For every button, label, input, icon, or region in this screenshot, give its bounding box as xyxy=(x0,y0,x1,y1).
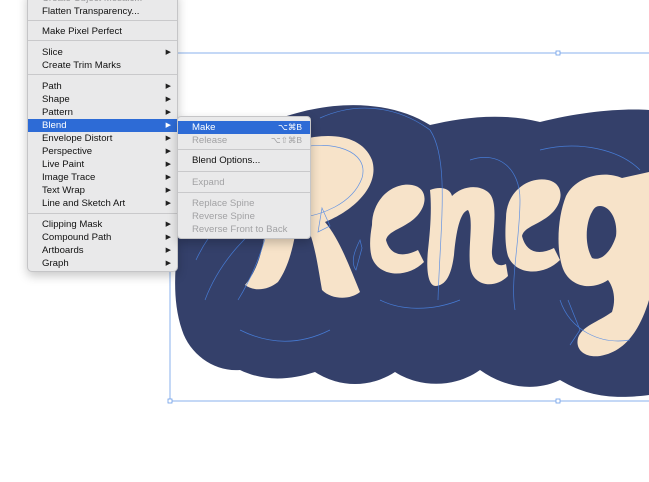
menu-separator xyxy=(28,20,177,21)
menu-item-label: Blend Options... xyxy=(192,155,261,166)
submenu-arrow-icon: ▶ xyxy=(165,260,171,267)
menu-separator xyxy=(178,171,310,172)
object-menu-item-create-trim-marks[interactable]: Create Trim Marks xyxy=(28,59,177,72)
menu-item-label: Image Trace xyxy=(42,172,96,183)
menu-item-shortcut: ⌥⇧⌘B xyxy=(270,135,302,145)
submenu-arrow-icon: ▶ xyxy=(165,234,171,241)
blend-menu-item-make[interactable]: Make ⌥⌘B xyxy=(178,121,310,134)
blend-menu-item-release[interactable]: Release ⌥⇧⌘B xyxy=(178,134,310,147)
menu-separator xyxy=(28,40,177,41)
blend-menu-item-blend-options[interactable]: Blend Options... xyxy=(178,154,310,167)
object-menu-item-perspective[interactable]: Perspective ▶ xyxy=(28,145,177,158)
menu-item-label: Release xyxy=(192,135,228,146)
submenu-arrow-icon: ▶ xyxy=(165,148,171,155)
submenu-arrow-icon: ▶ xyxy=(165,200,171,207)
menu-separator xyxy=(178,149,310,150)
menu-separator xyxy=(28,213,177,214)
menu-item-label: Path xyxy=(42,81,62,92)
object-menu-item-live-paint[interactable]: Live Paint ▶ xyxy=(28,158,177,171)
bbox-handle[interactable] xyxy=(555,398,561,404)
object-menu-item-text-wrap[interactable]: Text Wrap ▶ xyxy=(28,184,177,197)
object-menu-item-envelope-distort[interactable]: Envelope Distort ▶ xyxy=(28,132,177,145)
menu-item-label: Clipping Mask xyxy=(42,219,103,230)
menu-item-label: Line and Sketch Art xyxy=(42,198,126,209)
object-menu-item-image-trace[interactable]: Image Trace ▶ xyxy=(28,171,177,184)
menu-item-label: Envelope Distort xyxy=(42,133,113,144)
menu-item-label: Expand xyxy=(192,177,225,188)
object-menu-item-shape[interactable]: Shape ▶ xyxy=(28,93,177,106)
object-menu-item-clipping-mask[interactable]: Clipping Mask ▶ xyxy=(28,218,177,231)
object-menu-item-make-pixel-perfect[interactable]: Make Pixel Perfect xyxy=(28,25,177,38)
menu-item-label: Reverse Spine xyxy=(192,211,255,222)
menu-item-label: Make Pixel Perfect xyxy=(42,26,122,37)
object-menu-item-path[interactable]: Path ▶ xyxy=(28,80,177,93)
object-menu: Create Object Mosaic... Flatten Transpare… xyxy=(27,0,178,272)
submenu-arrow-icon: ▶ xyxy=(165,187,171,194)
menu-item-label: Slice xyxy=(42,47,63,58)
submenu-arrow-icon: ▶ xyxy=(165,96,171,103)
menu-item-label: Create Trim Marks xyxy=(42,60,121,71)
submenu-arrow-icon: ▶ xyxy=(165,135,171,142)
menu-item-label: Make xyxy=(192,122,216,133)
menu-item-label: Reverse Front to Back xyxy=(192,224,288,235)
menu-item-shortcut: ⌥⌘B xyxy=(278,122,302,132)
menu-item-label: Flatten Transparency... xyxy=(42,6,140,17)
submenu-arrow-icon: ▶ xyxy=(165,247,171,254)
menu-item-label: Create Object Mosaic... xyxy=(42,0,142,4)
submenu-arrow-icon: ▶ xyxy=(165,221,171,228)
bbox-handle[interactable] xyxy=(167,398,173,404)
object-menu-item-slice[interactable]: Slice ▶ xyxy=(28,46,177,59)
blend-menu-item-replace-spine[interactable]: Replace Spine xyxy=(178,197,310,210)
menu-item-label: Compound Path xyxy=(42,232,112,243)
submenu-arrow-icon: ▶ xyxy=(165,161,171,168)
submenu-arrow-icon: ▶ xyxy=(165,174,171,181)
submenu-arrow-icon: ▶ xyxy=(165,122,171,129)
blend-menu-item-expand[interactable]: Expand xyxy=(178,176,310,189)
menu-item-label: Graph xyxy=(42,258,69,269)
menu-item-label: Text Wrap xyxy=(42,185,86,196)
menu-item-label: Perspective xyxy=(42,146,93,157)
menu-separator xyxy=(28,74,177,75)
object-menu-item-line-and-sketch-art[interactable]: Line and Sketch Art ▶ xyxy=(28,197,177,210)
object-menu-item-blend[interactable]: Blend ▶ xyxy=(28,119,177,132)
menu-item-label: Replace Spine xyxy=(192,198,255,209)
object-menu-item-graph[interactable]: Graph ▶ xyxy=(28,257,177,270)
menu-item-label: Shape xyxy=(42,94,70,105)
blend-menu-item-reverse-front-to-back[interactable]: Reverse Front to Back xyxy=(178,223,310,236)
bbox-handle[interactable] xyxy=(555,50,561,56)
menu-separator xyxy=(178,192,310,193)
object-menu-item-flatten-transparency[interactable]: Flatten Transparency... xyxy=(28,5,177,18)
object-menu-item-compound-path[interactable]: Compound Path ▶ xyxy=(28,231,177,244)
menu-item-label: Blend xyxy=(42,120,67,131)
submenu-arrow-icon: ▶ xyxy=(165,49,171,56)
blend-menu-item-reverse-spine[interactable]: Reverse Spine xyxy=(178,210,310,223)
submenu-arrow-icon: ▶ xyxy=(165,83,171,90)
blend-submenu: Make ⌥⌘B Release ⌥⇧⌘B Blend Options... Expand… xyxy=(177,116,311,239)
object-menu-item-pattern[interactable]: Pattern ▶ xyxy=(28,106,177,119)
object-menu-item-artboards[interactable]: Artboards ▶ xyxy=(28,244,177,257)
menu-item-label: Pattern xyxy=(42,107,73,118)
menu-item-label: Artboards xyxy=(42,245,84,256)
submenu-arrow-icon: ▶ xyxy=(165,109,171,116)
menu-item-label: Live Paint xyxy=(42,159,85,170)
